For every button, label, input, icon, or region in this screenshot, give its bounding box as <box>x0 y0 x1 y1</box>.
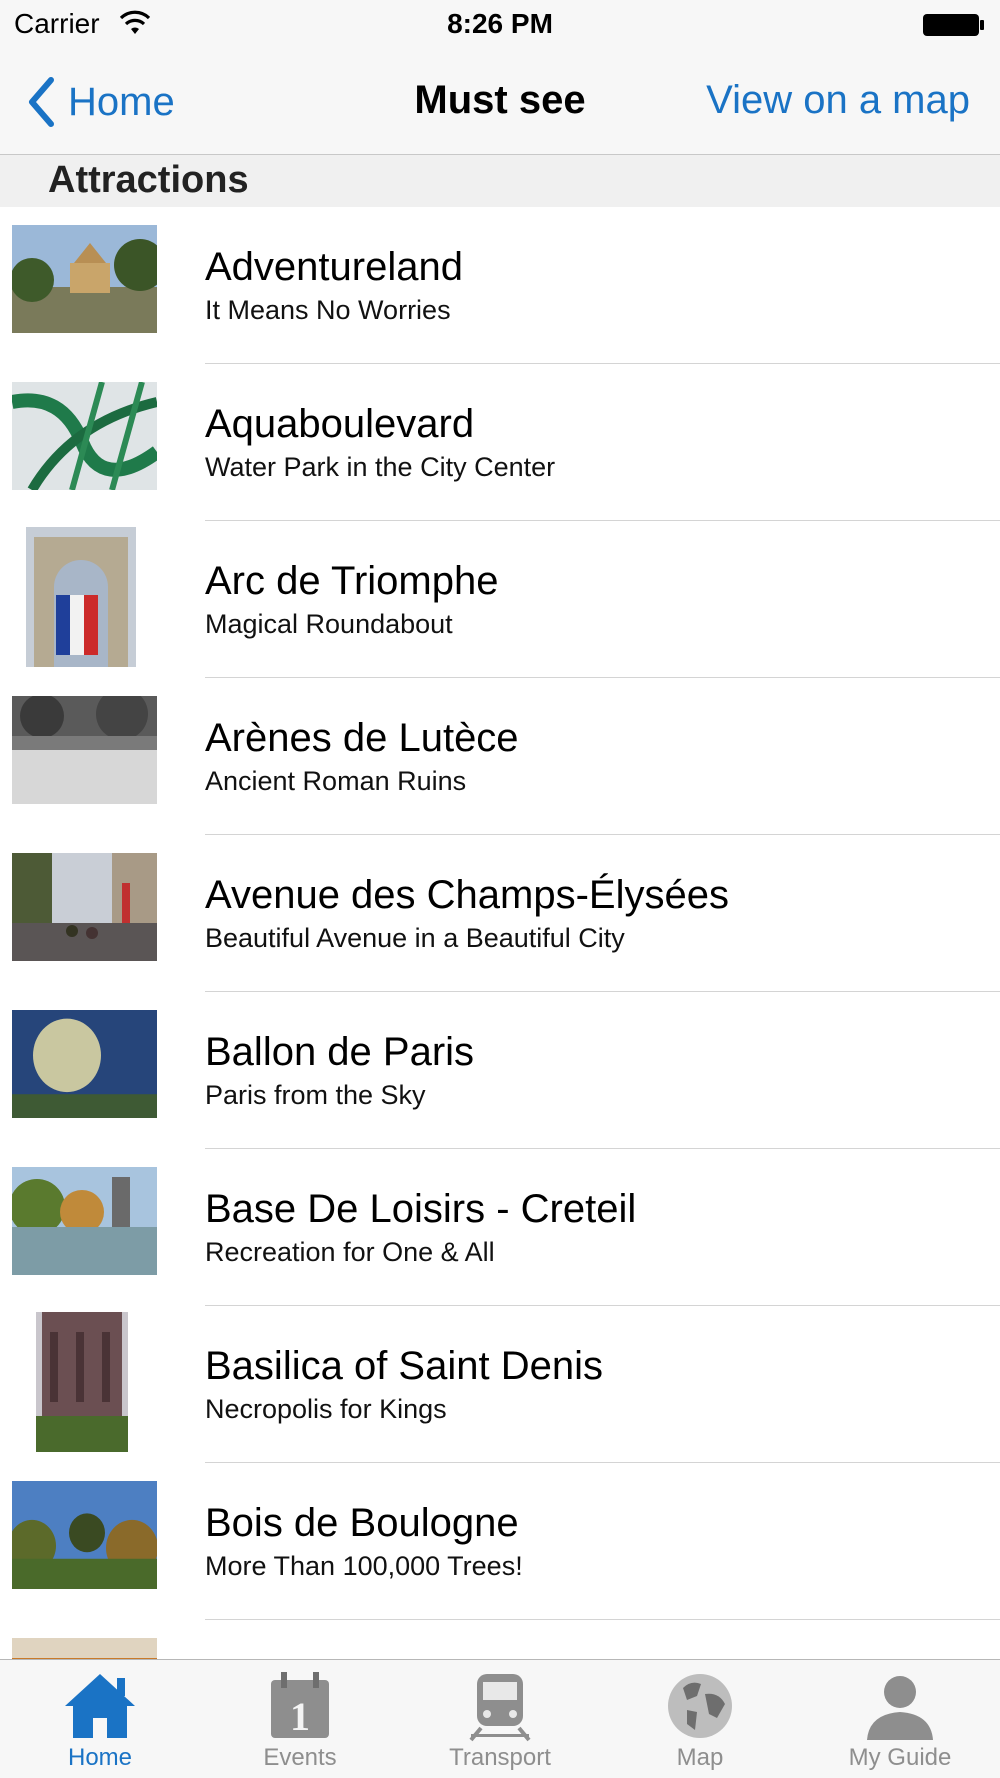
attraction-thumbnail <box>12 1167 157 1275</box>
attraction-subtitle: Recreation for One & All <box>205 1237 495 1267</box>
attractions-list[interactable]: Adventureland It Means No Worries Aquabo… <box>0 207 1000 1659</box>
attraction-thumbnail <box>12 1481 157 1589</box>
attraction-thumbnail <box>36 1312 128 1452</box>
section-header: Attractions <box>0 155 1000 207</box>
attraction-title: Aquaboulevard <box>205 402 475 446</box>
attraction-subtitle: Paris from the Sky <box>205 1080 426 1110</box>
attraction-title: Arc de Triomphe <box>205 559 499 603</box>
attraction-thumbnail <box>12 225 157 333</box>
attraction-subtitle: Necropolis for Kings <box>205 1394 447 1424</box>
attraction-title: Ballon de Paris <box>205 1030 475 1074</box>
attraction-thumbnail <box>12 382 157 490</box>
attraction-title: Bois de Boulogne <box>205 1501 519 1545</box>
tab-bar: Home 1 Events Transport Map My Guide <box>0 1659 1000 1778</box>
attraction-thumbnail <box>12 853 157 961</box>
list-item[interactable]: Ballon de Paris Paris from the Sky <box>0 992 1000 1149</box>
attraction-title: Arènes de Lutèce <box>205 716 519 760</box>
attraction-subtitle: Ancient Roman Ruins <box>205 766 467 796</box>
attraction-title: Avenue des Champs-Élysées <box>205 873 729 917</box>
tab-label: Transport <box>449 1744 551 1771</box>
attraction-subtitle: It Means No Worries <box>205 295 451 325</box>
list-item[interactable]: Avenue des Champs-Élysées Beautiful Aven… <box>0 835 1000 992</box>
attraction-subtitle: Water Park in the City Center <box>205 452 556 482</box>
calendar-icon: 1 <box>271 1672 329 1739</box>
battery-icon <box>923 14 984 36</box>
attraction-title: Adventureland <box>205 245 463 289</box>
list-item[interactable]: Adventureland It Means No Worries <box>0 207 1000 364</box>
section-title: Attractions <box>48 159 249 201</box>
tab-transport[interactable]: Transport <box>400 1660 600 1778</box>
tab-label: My Guide <box>848 1744 952 1771</box>
tab-home[interactable]: Home <box>0 1660 200 1778</box>
view-on-map-button[interactable]: View on a map <box>706 78 970 123</box>
tab-label: Events <box>263 1744 337 1771</box>
tab-label: Home <box>67 1744 133 1771</box>
home-icon <box>65 1674 135 1738</box>
svg-text:1: 1 <box>290 1694 310 1739</box>
globe-icon <box>668 1674 732 1738</box>
tab-label: Map <box>676 1744 724 1771</box>
attraction-subtitle: Magical Roundabout <box>205 609 453 639</box>
tab-events[interactable]: 1 Events <box>200 1660 400 1778</box>
attraction-title: Base De Loisirs - Creteil <box>205 1187 637 1231</box>
list-item[interactable] <box>0 1620 1000 1659</box>
status-time: 8:26 PM <box>447 8 553 39</box>
attraction-subtitle: More Than 100,000 Trees! <box>205 1551 523 1581</box>
navigation-bar: Home Must see View on a map <box>0 48 1000 155</box>
attraction-thumbnail <box>12 1010 157 1118</box>
train-icon <box>469 1674 531 1742</box>
attraction-thumbnail <box>26 527 136 667</box>
person-icon <box>867 1676 933 1740</box>
list-item[interactable]: Basilica of Saint Denis Necropolis for K… <box>0 1306 1000 1463</box>
list-item[interactable]: Bois de Boulogne More Than 100,000 Trees… <box>0 1463 1000 1620</box>
list-item[interactable]: Base De Loisirs - Creteil Recreation for… <box>0 1149 1000 1306</box>
tab-map[interactable]: Map <box>600 1660 800 1778</box>
list-item[interactable]: Arc de Triomphe Magical Roundabout <box>0 521 1000 678</box>
attraction-thumbnail <box>12 1638 157 1659</box>
list-item[interactable]: Arènes de Lutèce Ancient Roman Ruins <box>0 678 1000 835</box>
tab-my-guide[interactable]: My Guide <box>800 1660 1000 1778</box>
attraction-subtitle: Beautiful Avenue in a Beautiful City <box>205 923 625 953</box>
status-bar: Carrier 8:26 PM <box>0 0 1000 48</box>
attraction-thumbnail <box>12 696 157 804</box>
list-item[interactable]: Aquaboulevard Water Park in the City Cen… <box>0 364 1000 521</box>
attraction-title: Basilica of Saint Denis <box>205 1344 603 1388</box>
